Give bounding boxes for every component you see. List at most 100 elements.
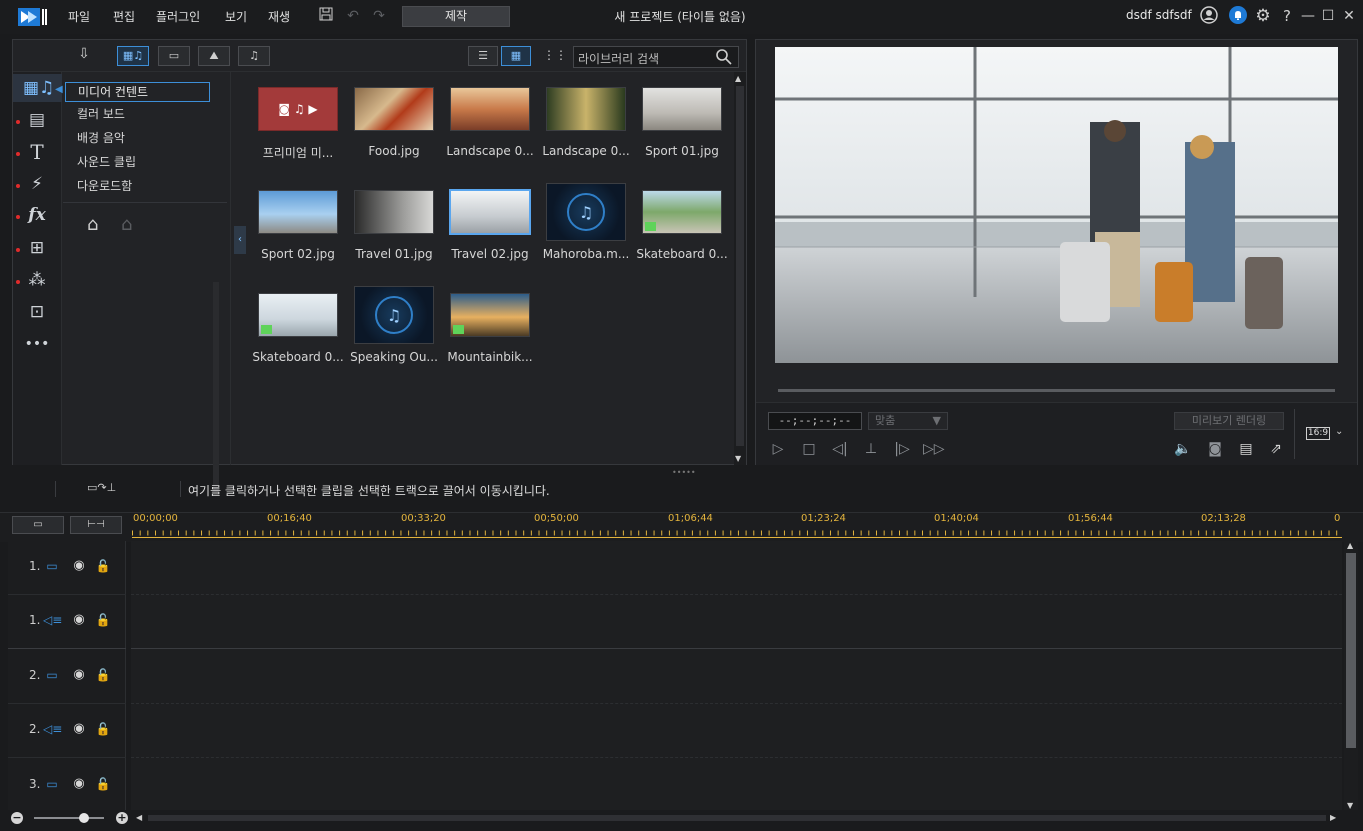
subtitle-room-icon[interactable]: ⊡	[23, 300, 51, 324]
unlock-icon[interactable]: 🔓	[95, 721, 111, 737]
template-room-icon[interactable]: ▤	[23, 108, 51, 132]
close-icon[interactable]: ✕	[1339, 6, 1359, 26]
timeline-horizontal-scrollbar[interactable]	[148, 815, 1326, 821]
track-header-video-2[interactable]: 2. ▭ ◉ 🔓	[8, 650, 126, 704]
timeline-tracks[interactable]	[131, 541, 1342, 810]
zoom-out-icon[interactable]: −	[11, 812, 23, 824]
tab-video[interactable]: ▭	[158, 46, 190, 66]
media-scrollbar[interactable]: ▲ ▼	[734, 72, 746, 465]
username[interactable]: dsdf sdfsdf	[1126, 8, 1192, 22]
undock-preview-icon[interactable]: ⇗	[1266, 439, 1286, 459]
travel-01-thumb[interactable]	[354, 190, 434, 234]
skateboard-02-thumb[interactable]	[258, 293, 338, 337]
timecode-display[interactable]: --;--;--;--	[768, 412, 862, 430]
menu-plugin[interactable]: 플러그인	[156, 8, 200, 25]
next-frame-icon[interactable]: |▷	[892, 439, 912, 459]
track-header-audio-1[interactable]: 1. ◁≡ ◉ 🔓	[8, 595, 126, 649]
speaking-out-audio-thumb[interactable]: ♫	[354, 286, 434, 344]
visibility-eye-icon[interactable]: ◉	[70, 612, 88, 628]
tab-image[interactable]: ⛰	[198, 46, 230, 66]
food-thumb[interactable]	[354, 87, 434, 131]
mountainbike-thumb[interactable]	[450, 293, 530, 337]
save-icon[interactable]	[316, 6, 336, 26]
mahoroba-audio-thumb[interactable]: ♫	[546, 183, 626, 241]
grid-view-icon[interactable]: ▦	[501, 46, 531, 66]
menu-view[interactable]: 보기	[225, 8, 247, 25]
help-icon[interactable]: ?	[1277, 6, 1297, 26]
category-color-board[interactable]: 컬러 보드	[65, 105, 210, 125]
zoom-slider[interactable]	[34, 817, 104, 819]
landscape-01-thumb[interactable]	[450, 87, 530, 131]
unlock-icon[interactable]: 🔓	[95, 558, 111, 574]
sport-01-thumb[interactable]	[642, 87, 722, 131]
zoom-slider-handle[interactable]	[79, 813, 89, 823]
track-header-video-1[interactable]: 1. ▭ ◉ 🔓	[8, 541, 126, 595]
tab-all-media[interactable]: ▦♫	[117, 46, 149, 66]
media-room-icon[interactable]: ▦♫	[23, 76, 54, 100]
category-background-music[interactable]: 배경 음악	[65, 129, 210, 149]
list-view-icon[interactable]: ☰	[468, 46, 498, 66]
sport-02-thumb[interactable]	[258, 190, 338, 234]
visibility-eye-icon[interactable]: ◉	[70, 721, 88, 737]
remove-tag-icon[interactable]: ⌂	[121, 214, 132, 235]
previous-frame-icon[interactable]: ◁|	[830, 439, 850, 459]
play-icon[interactable]: ▷	[768, 439, 788, 459]
landscape-02-thumb[interactable]	[546, 87, 626, 131]
unlock-icon[interactable]: 🔓	[95, 667, 111, 683]
stop-icon[interactable]: □	[799, 439, 819, 459]
zoom-in-icon[interactable]: +	[116, 812, 128, 824]
track-lane[interactable]	[131, 541, 1342, 595]
notification-icon[interactable]	[1228, 6, 1248, 26]
produce-button[interactable]: 제작	[402, 6, 510, 27]
aspect-ratio-select[interactable]: 16:9	[1306, 427, 1330, 440]
premium-media-thumb[interactable]: ◙ ♫ ▶	[258, 87, 338, 131]
timeline-ruler[interactable]	[132, 530, 1342, 538]
category-scrollbar[interactable]	[213, 282, 219, 492]
skateboard-01-thumb[interactable]	[642, 190, 722, 234]
splitter-handle[interactable]: •••••	[672, 468, 696, 477]
unlock-icon[interactable]: 🔓	[95, 612, 111, 628]
track-manager-button[interactable]: ▭	[12, 516, 64, 534]
minimize-icon[interactable]: —	[1298, 6, 1318, 26]
scroll-right-icon[interactable]: ▶	[1330, 813, 1336, 822]
redo-icon[interactable]: ↷	[369, 6, 389, 26]
preview-scrub-bar[interactable]	[778, 389, 1335, 392]
fx-room-icon[interactable]: fx	[23, 203, 51, 227]
timeline-vertical-scrollbar[interactable]: ▲ ▼	[1344, 541, 1358, 810]
add-tag-icon[interactable]: ⌂	[87, 214, 98, 235]
transition-room-icon[interactable]: ⚡	[23, 172, 51, 196]
category-sound-clip[interactable]: 사운드 클립	[65, 153, 210, 173]
travel-02-thumb[interactable]	[449, 189, 531, 235]
chevron-down-icon[interactable]: ⌄	[1335, 426, 1343, 437]
fit-timeline-button[interactable]: ⊢⊣	[70, 516, 122, 534]
track-lane[interactable]	[131, 759, 1342, 813]
volume-icon[interactable]: 🔈	[1173, 439, 1193, 459]
menu-file[interactable]: 파일	[68, 8, 90, 25]
account-icon[interactable]	[1199, 6, 1219, 26]
menu-edit[interactable]: 편집	[113, 8, 135, 25]
menu-playback[interactable]: 재생	[268, 8, 290, 25]
tab-audio[interactable]: ♫	[238, 46, 270, 66]
unlock-icon[interactable]: 🔓	[95, 776, 111, 792]
undo-icon[interactable]: ↶	[343, 6, 363, 26]
track-lane[interactable]	[131, 704, 1342, 758]
track-header-video-3[interactable]: 3. ▭ ◉ 🔓	[8, 759, 126, 813]
subtitle-icon[interactable]: ▤	[1236, 439, 1256, 459]
search-icon[interactable]	[715, 48, 733, 66]
more-rooms-icon[interactable]: •••	[23, 332, 51, 356]
settings-icon[interactable]: ⚙	[1253, 6, 1273, 26]
import-media-icon[interactable]: ⇩	[73, 46, 95, 66]
pip-room-icon[interactable]: ⊞	[23, 236, 51, 260]
track-lane[interactable]	[131, 650, 1342, 704]
move-to-track-icon[interactable]: ▭↷⊥	[87, 481, 155, 497]
category-downloads[interactable]: 다운로드함	[65, 177, 210, 197]
category-media-content[interactable]: 미디어 컨텐트	[65, 82, 210, 102]
visibility-eye-icon[interactable]: ◉	[70, 667, 88, 683]
fast-forward-icon[interactable]: ▷▷	[923, 439, 945, 459]
title-room-icon[interactable]: T	[23, 140, 51, 164]
track-header-audio-2[interactable]: 2. ◁≡ ◉ 🔓	[8, 704, 126, 758]
split-icon[interactable]: ⊥	[861, 439, 881, 459]
sort-icon[interactable]: ⋮⋮	[543, 48, 567, 64]
visibility-eye-icon[interactable]: ◉	[70, 776, 88, 792]
render-preview-button[interactable]: 미리보기 렌더링	[1174, 412, 1284, 430]
